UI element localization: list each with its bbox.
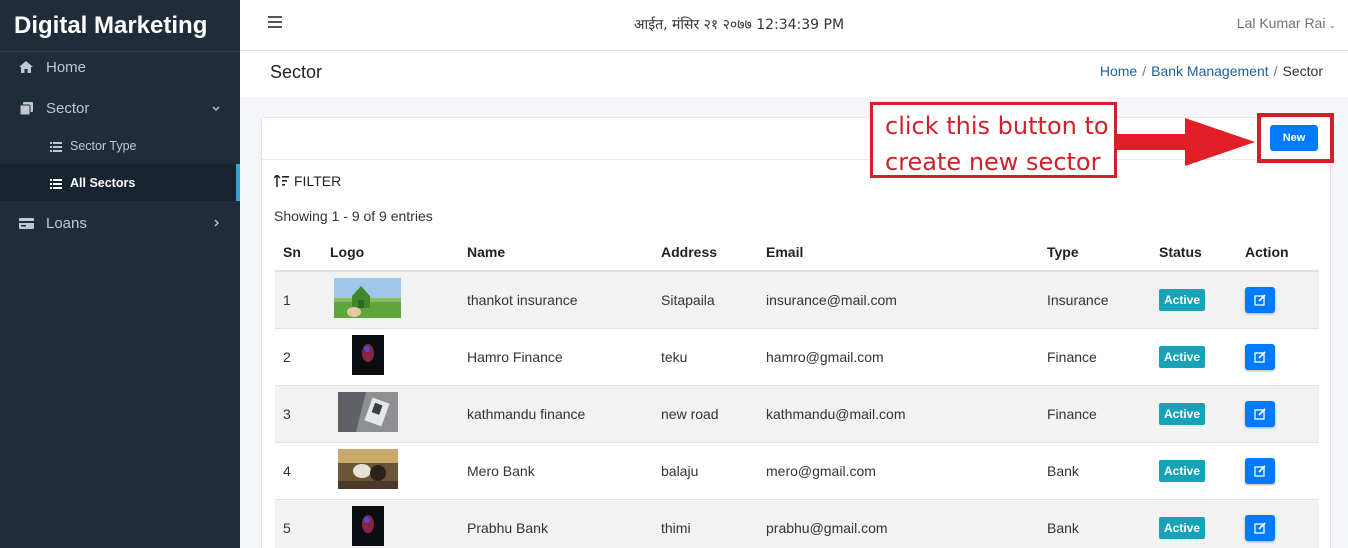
sidebar: Digital Marketing Home Sector Sector Typ… — [0, 0, 240, 548]
content-header: Sector Home / Bank Management / Sector — [240, 51, 1348, 97]
sidebar-item-label: All Sectors — [70, 175, 136, 190]
edit-button[interactable] — [1245, 514, 1275, 541]
sidebar-item-sector[interactable]: Sector — [0, 89, 240, 127]
annotation-highlight-box — [1257, 113, 1334, 163]
status-badge: Active — [1159, 288, 1206, 311]
row-name: kathmandu finance — [459, 384, 653, 442]
row-sn: 1 — [275, 270, 322, 328]
sidebar-item-label: Sector — [46, 99, 90, 117]
table-row: 4 Mero Bank balaju mero@gmail.com Bank A… — [275, 441, 1319, 499]
row-sn: 2 — [275, 327, 322, 385]
sidebar-item-label: Sector Type — [70, 138, 137, 153]
row-address: thimi — [653, 498, 758, 548]
row-email: hamro@gmail.com — [758, 327, 1039, 385]
edit-icon — [1254, 350, 1266, 363]
filter-label: FILTER — [294, 173, 342, 189]
copy-icon — [18, 101, 34, 115]
user-name: Lal Kumar Rai — [1236, 15, 1326, 31]
column-header-name[interactable]: Name — [459, 233, 653, 272]
money-icon — [18, 216, 34, 230]
annotation-callout: click this button to create new sector — [870, 102, 1117, 178]
status-badge: Active — [1159, 402, 1206, 425]
home-icon — [18, 60, 34, 74]
column-header-address[interactable]: Address — [653, 233, 758, 272]
column-header-action[interactable]: Action — [1237, 233, 1319, 272]
dark-logo-image — [330, 506, 384, 547]
list-icon — [50, 178, 62, 189]
date-time-display: आईत, मंसिर २१ २०७७ 12:34:39 PM — [633, 17, 845, 33]
edit-button[interactable] — [1245, 286, 1275, 313]
row-sn: 5 — [275, 498, 322, 548]
row-type: Bank — [1039, 498, 1151, 548]
annotation-line-2: create new sector — [885, 148, 1101, 176]
status-badge: Active — [1159, 459, 1206, 482]
row-name: Mero Bank — [459, 441, 653, 499]
edit-icon — [1254, 294, 1266, 306]
user-menu[interactable]: Lal Kumar Rai ⌄ — [1237, 15, 1336, 31]
table-row: 5 Prabhu Bank thimi prabhu@gmail.com Ban… — [275, 498, 1319, 548]
laptop-logo-image — [330, 392, 398, 432]
status-badge: Active — [1159, 516, 1206, 539]
brand-title[interactable]: Digital Marketing — [0, 0, 240, 52]
status-badge: Active — [1159, 345, 1206, 368]
column-header-email[interactable]: Email — [758, 233, 1039, 272]
edit-button[interactable] — [1245, 343, 1275, 370]
row-address: Sitapaila — [653, 270, 758, 328]
caret-down-icon: ⌄ — [1328, 20, 1336, 30]
sidebar-item-label: Home — [46, 58, 87, 76]
sidebar-item-all-sectors[interactable]: All Sectors — [0, 164, 240, 201]
page-title: Sector — [270, 62, 323, 82]
table-row: 3 kathmandu finance new road kathmandu@m… — [275, 384, 1319, 442]
row-type: Bank — [1039, 441, 1151, 499]
sector-table: Sn Logo Name Address Email Type Status A… — [275, 233, 1319, 548]
row-address: new road — [653, 384, 758, 442]
top-navbar: आईत, मंसिर २१ २०७७ 12:34:39 PM Lal Kumar… — [240, 0, 1348, 51]
column-header-sn[interactable]: Sn — [275, 233, 322, 272]
row-sn: 3 — [275, 384, 322, 442]
column-header-type[interactable]: Type — [1039, 233, 1151, 272]
sector-card: New FILTER Showing 1 - 9 of 9 entries Sn… — [262, 118, 1330, 548]
row-email: prabhu@gmail.com — [758, 498, 1039, 548]
edit-icon — [1254, 522, 1266, 534]
edit-button[interactable] — [1245, 457, 1275, 484]
breadcrumb-bank-management[interactable]: Bank Management — [1151, 63, 1269, 79]
column-header-status[interactable]: Status — [1151, 233, 1237, 272]
annotation-arrow-icon — [1117, 118, 1255, 166]
sidebar-item-label: Loans — [46, 214, 87, 232]
row-type: Insurance — [1039, 270, 1151, 328]
table-row: 2 Hamro Finance teku hamro@gmail.com Fin… — [275, 327, 1319, 385]
edit-icon — [1254, 407, 1266, 420]
breadcrumb: Home / Bank Management / Sector — [1099, 63, 1323, 79]
row-address: teku — [653, 327, 758, 385]
list-icon — [50, 141, 62, 152]
house-logo-image — [330, 278, 401, 319]
chevron-right-icon — [214, 216, 220, 230]
row-address: balaju — [653, 441, 758, 499]
horse-logo-image — [330, 449, 398, 489]
entries-count: Showing 1 - 9 of 9 entries — [274, 208, 433, 224]
sidebar-item-sector-type[interactable]: Sector Type — [0, 127, 240, 164]
row-sn: 4 — [275, 441, 322, 499]
edit-button[interactable] — [1245, 400, 1275, 427]
filter-toggle[interactable]: FILTER — [274, 173, 341, 189]
sidebar-item-home[interactable]: Home — [0, 48, 240, 86]
row-name: Prabhu Bank — [459, 498, 653, 548]
row-email: mero@gmail.com — [758, 441, 1039, 499]
row-name: thankot insurance — [459, 270, 653, 328]
row-email: insurance@mail.com — [758, 270, 1039, 328]
sidebar-item-loans[interactable]: Loans — [0, 204, 240, 242]
row-name: Hamro Finance — [459, 327, 653, 385]
breadcrumb-current: Sector — [1282, 63, 1323, 79]
sort-filter-icon — [274, 174, 289, 187]
breadcrumb-home[interactable]: Home — [1100, 63, 1137, 79]
table-row: 1 thankot insurance Sitapaila insurance@… — [275, 270, 1319, 328]
edit-icon — [1254, 464, 1266, 477]
row-type: Finance — [1039, 384, 1151, 442]
dark-logo-image — [330, 335, 384, 375]
row-type: Finance — [1039, 327, 1151, 385]
annotation-line-1: click this button to — [885, 112, 1109, 140]
chevron-down-icon — [212, 101, 220, 115]
row-email: kathmandu@mail.com — [758, 384, 1039, 442]
column-header-logo[interactable]: Logo — [322, 233, 459, 272]
